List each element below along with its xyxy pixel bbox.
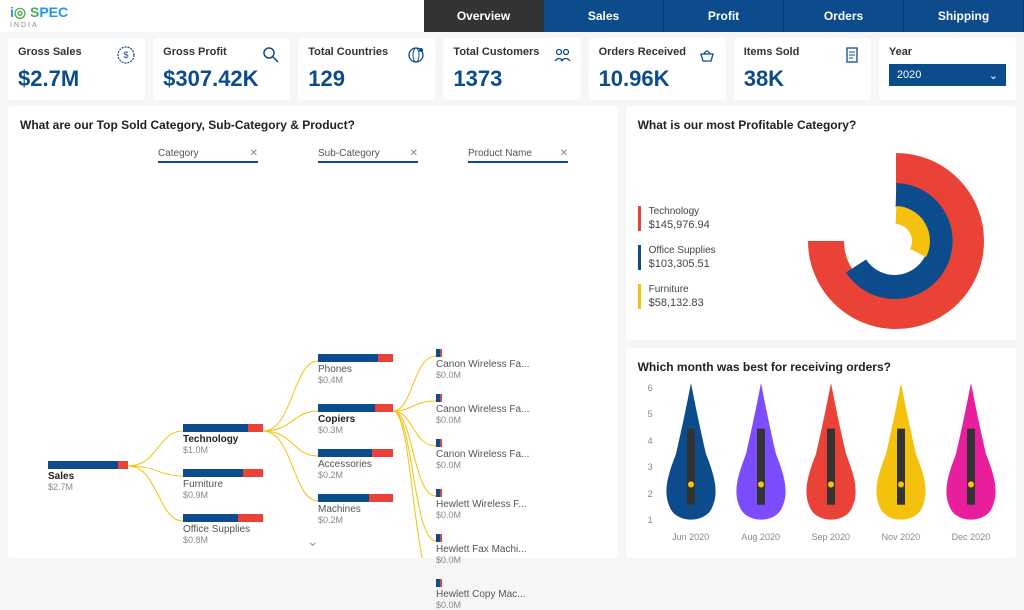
nav-tab-profit[interactable]: Profit [664,0,784,32]
tree-node-product[interactable]: Canon Wireless Fa...$0.0M [436,394,529,425]
y-tick: 4 [638,436,653,446]
kpi-card: Gross Profit $307.42K [153,38,290,100]
tree-node-product[interactable]: Canon Wireless Fa...$0.0M [436,439,529,470]
panel-title: Which month was best for receiving order… [638,360,1004,374]
radial-chart [806,151,986,331]
legend-item: Technology$145,976.94 [638,206,716,231]
panel-orders-month: Which month was best for receiving order… [626,348,1016,558]
panel-top-sold: What are our Top Sold Category, Sub-Cate… [8,106,618,558]
kpi-card: Total Countries 129 [298,38,435,100]
tree-node-product[interactable]: Hewlett Copy Mac...$0.0M [436,579,525,610]
chevron-down-icon[interactable]: ⌄ [307,533,319,550]
tree-node-product[interactable]: Canon Wireless Fa...$0.0M [436,349,529,380]
kpi-card: Gross Sales $2.7M $ [8,38,145,100]
y-tick: 6 [638,383,653,393]
nav-tab-orders[interactable]: Orders [784,0,904,32]
receipt-icon [843,46,861,64]
panel-profitable-category: What is our most Profitable Category? Te… [626,106,1016,340]
x-label: Sep 2020 [801,532,861,542]
violin-plot [661,383,721,525]
y-tick: 2 [638,489,653,499]
x-label: Nov 2020 [871,532,931,542]
basket-icon [698,46,716,64]
globe-icon [407,46,425,64]
kpi-card: Items Sold 38K [734,38,871,100]
kpi-value: 10.96K [599,66,716,92]
tree-node-root[interactable]: Sales $2.7M [48,461,128,492]
legend-item: Office Supplies$103,305.51 [638,245,716,270]
chevron-down-icon: ⌄ [989,69,998,82]
kpi-value: 129 [308,66,425,92]
kpi-value: $2.7M [18,66,135,92]
panel-title: What is our most Profitable Category? [638,118,1004,132]
kpi-row: Gross Sales $2.7M $Gross Profit $307.42K… [0,32,1024,106]
nav-tab-sales[interactable]: Sales [544,0,664,32]
year-label: Year [889,46,1006,58]
x-label: Jun 2020 [661,532,721,542]
violin-plot [941,383,1001,525]
violin-plot [801,383,861,525]
x-label: Dec 2020 [941,532,1001,542]
tree-node-subcategory[interactable]: Accessories$0.2M [318,449,393,480]
kpi-card: Orders Received 10.96K [589,38,726,100]
legend-item: Furniture$58,132.83 [638,284,716,309]
tree-node-subcategory[interactable]: Phones$0.4M [318,354,393,385]
tree-node-product[interactable]: Hewlett Fax Machi...$0.0M [436,534,527,565]
violin-plot [871,383,931,525]
magnify-icon [262,46,280,64]
violin-plot [731,383,791,525]
tree-node-category[interactable]: Office Supplies$0.8M [183,514,263,545]
nav-tab-overview[interactable]: Overview [424,0,544,32]
logo: i◎ SPEC INDIA [0,0,78,32]
kpi-card: Total Customers 1373 [443,38,580,100]
tree-node-product[interactable]: Hewlett Wireless F...$0.0M [436,489,527,520]
kpi-value: 38K [744,66,861,92]
tree-node-category[interactable]: Technology$1.0M [183,424,263,455]
tree-node-category[interactable]: Furniture$0.9M [183,469,263,500]
kpi-value: 1373 [453,66,570,92]
dollar-icon: $ [117,46,135,64]
people-icon [553,46,571,64]
header-bar: i◎ SPEC INDIA OverviewSalesProfitOrdersS… [0,0,1024,32]
nav-tab-shipping[interactable]: Shipping [904,0,1024,32]
violin-chart: 654321 Jun 2020Aug 2020Sep 2020Nov 2020D… [656,383,1006,540]
y-tick: 5 [638,409,653,419]
x-label: Aug 2020 [731,532,791,542]
kpi-value: $307.42K [163,66,280,92]
y-tick: 1 [638,515,653,525]
year-filter: Year 2020⌄ [879,38,1016,100]
svg-text:$: $ [124,50,129,60]
nav-tabs: OverviewSalesProfitOrdersShipping [424,0,1024,32]
tree-node-subcategory[interactable]: Copiers$0.3M [318,404,393,435]
tree-node-subcategory[interactable]: Machines$0.2M [318,494,393,525]
year-dropdown[interactable]: 2020⌄ [889,64,1006,86]
y-tick: 3 [638,462,653,472]
